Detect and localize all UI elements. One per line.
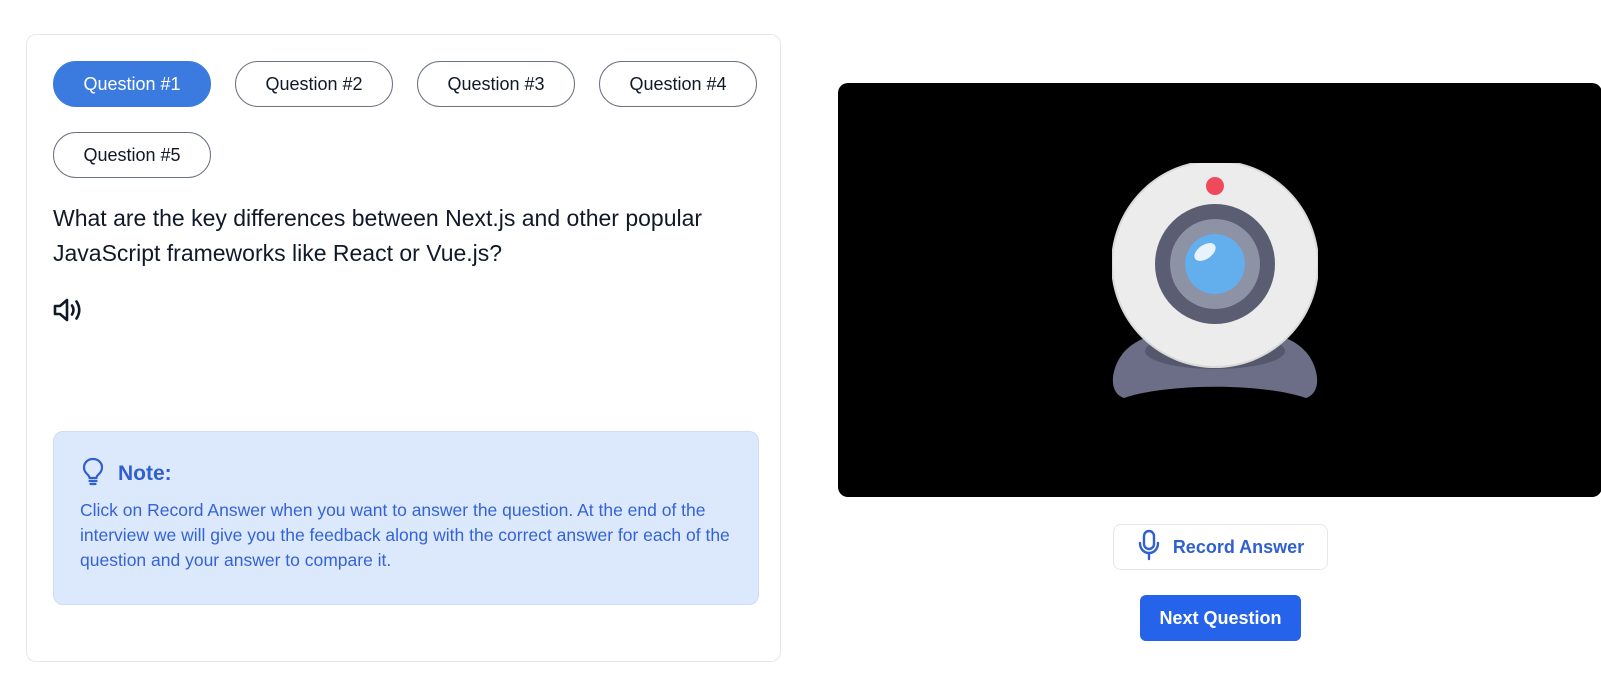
tab-question-1[interactable]: Question #1 — [53, 61, 211, 107]
note-header: Note: — [80, 456, 172, 491]
speaker-icon[interactable] — [51, 295, 85, 325]
camera-preview — [838, 83, 1601, 497]
webcam-icon — [1111, 160, 1319, 418]
tab-question-2[interactable]: Question #2 — [235, 61, 393, 107]
tab-question-3[interactable]: Question #3 — [417, 61, 575, 107]
interview-page: Question #1 Question #2 Question #3 Ques… — [0, 0, 1601, 680]
microphone-icon — [1137, 529, 1161, 566]
note-title: Note: — [118, 461, 172, 485]
tab-question-4[interactable]: Question #4 — [599, 61, 757, 107]
question-tabs: Question #1 Question #2 Question #3 Ques… — [53, 61, 763, 178]
note-box: Note: Click on Record Answer when you wa… — [53, 431, 759, 605]
record-answer-button[interactable]: Record Answer — [1113, 524, 1328, 570]
record-answer-label: Record Answer — [1172, 536, 1305, 557]
question-panel: Question #1 Question #2 Question #3 Ques… — [26, 34, 781, 662]
tab-question-5[interactable]: Question #5 — [53, 132, 211, 178]
next-question-button[interactable]: Next Question — [1140, 595, 1301, 641]
note-body: Click on Record Answer when you want to … — [80, 500, 730, 570]
lightbulb-icon — [80, 456, 106, 491]
question-text: What are the key differences between Nex… — [53, 205, 703, 266]
